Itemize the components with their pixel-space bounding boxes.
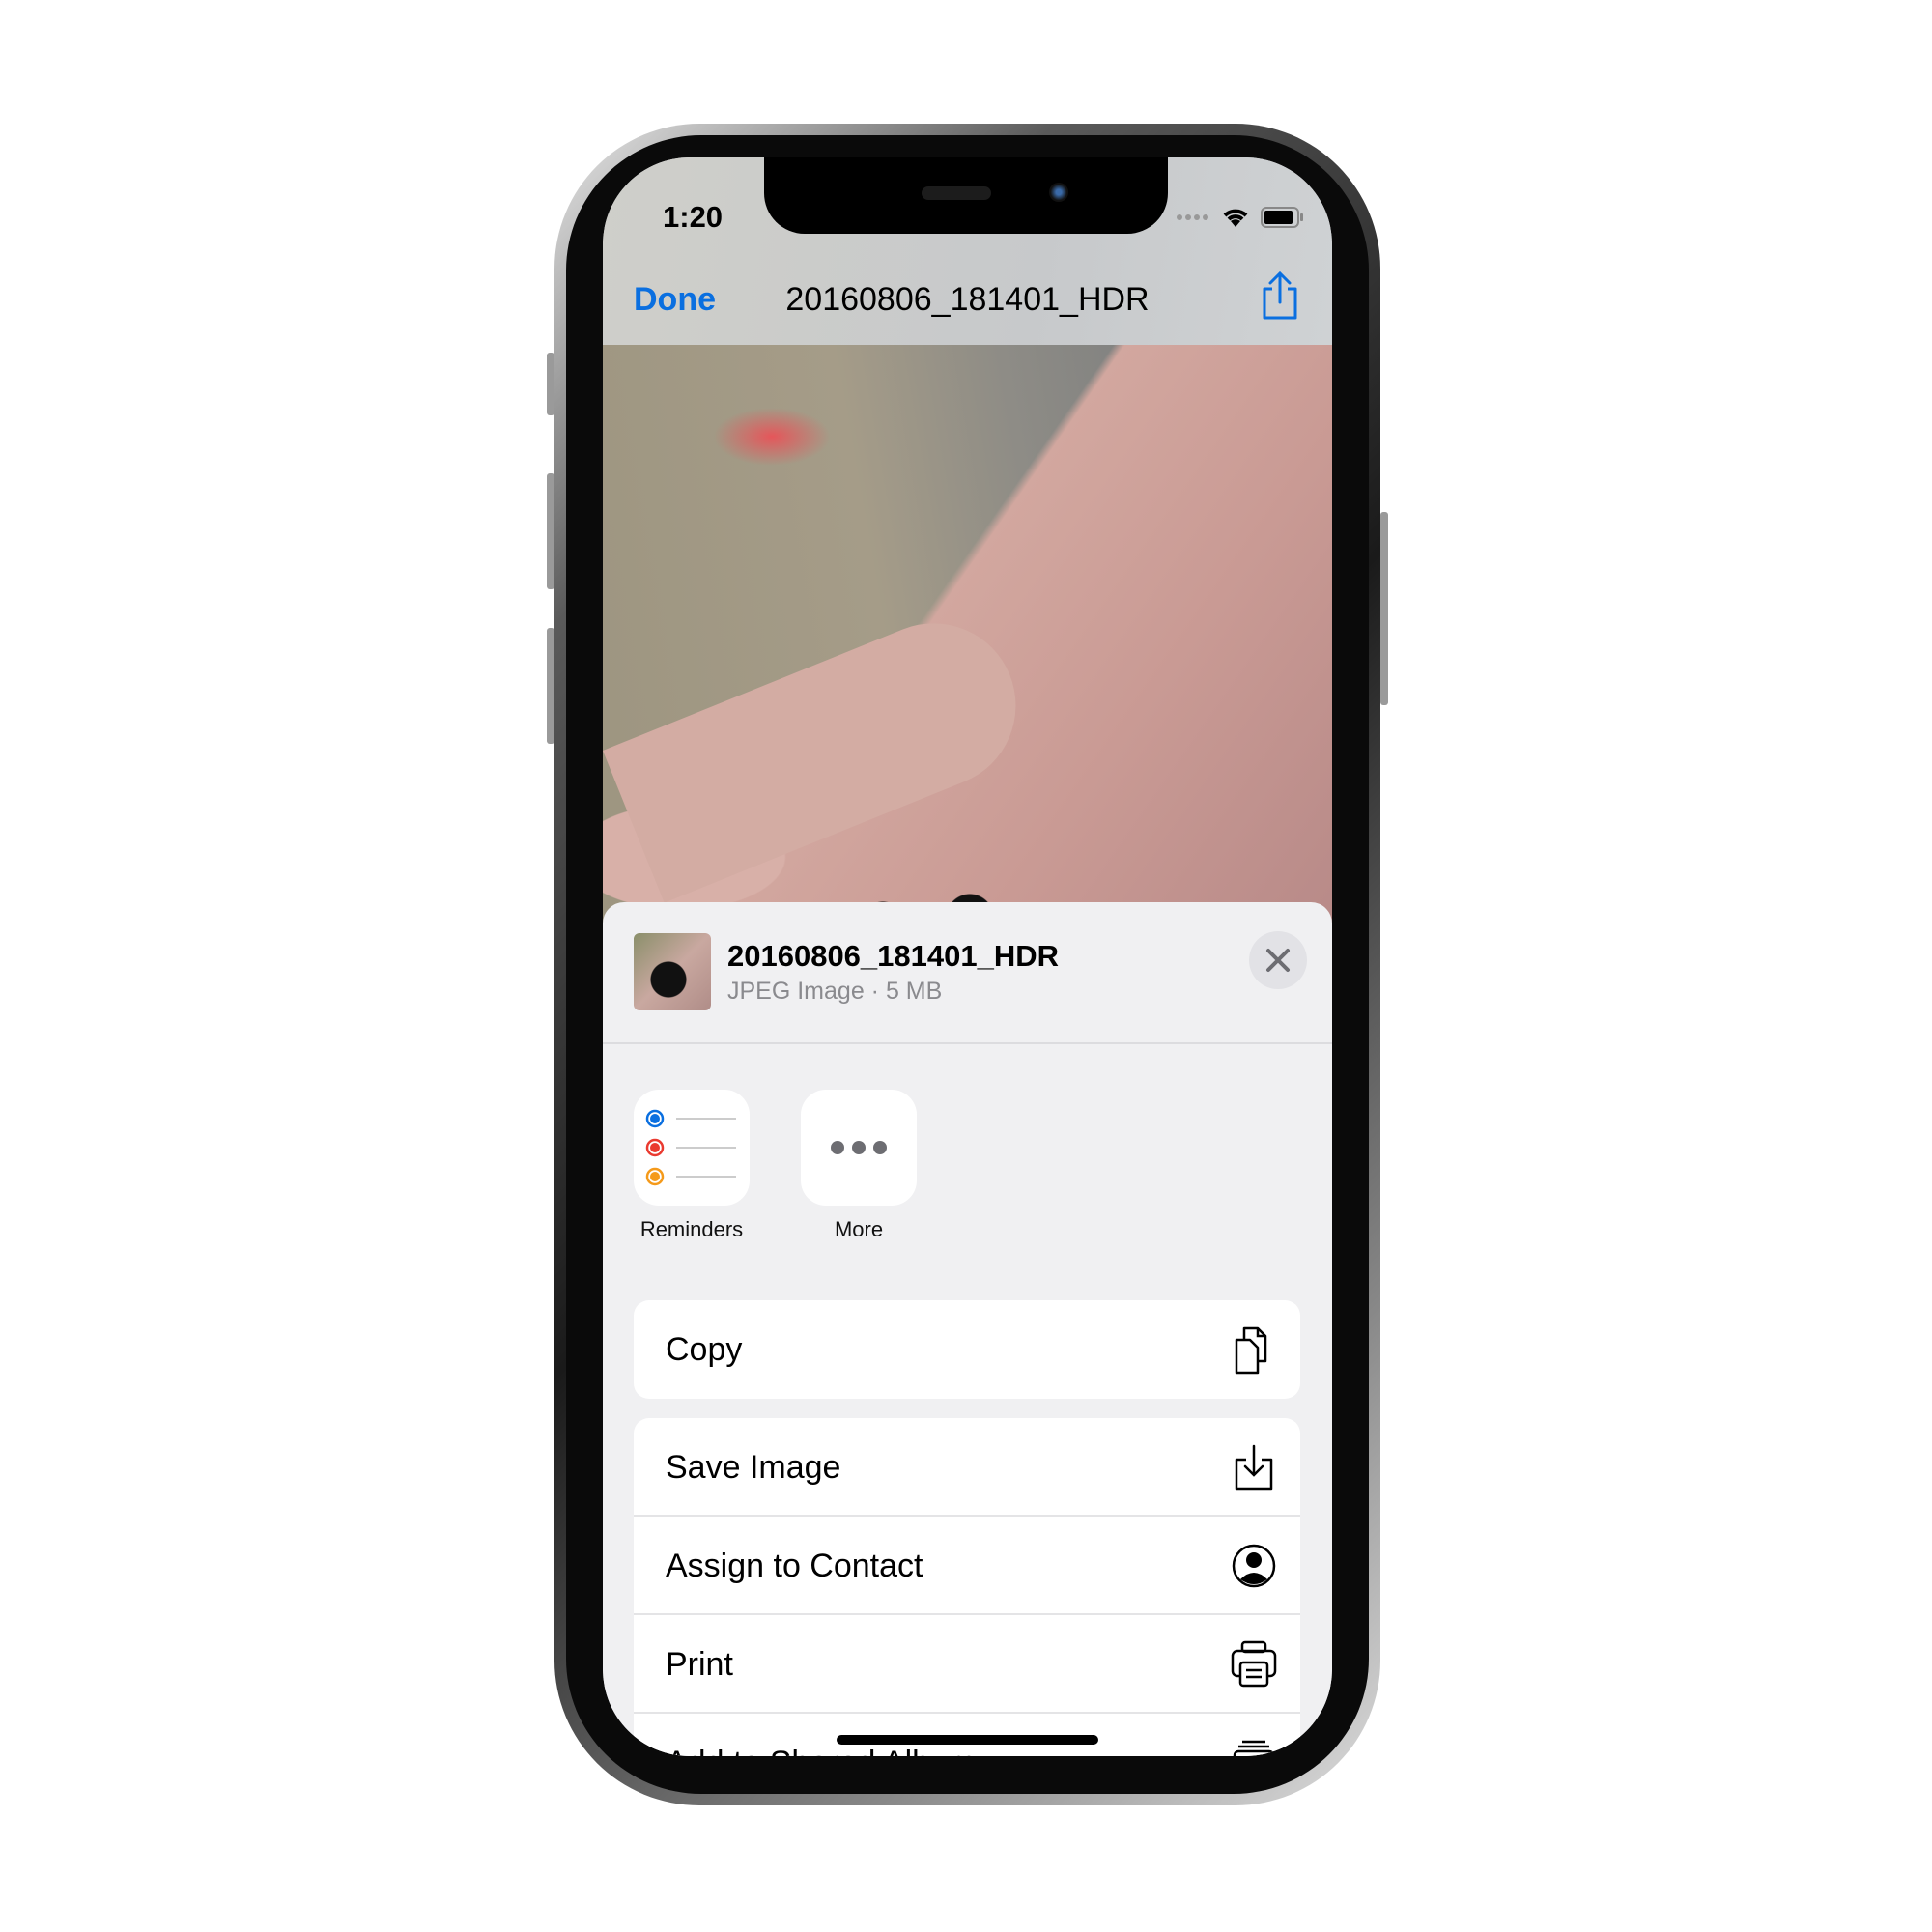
action-label: Add to Shared Album [666, 1745, 976, 1756]
action-label: Assign to Contact [666, 1548, 923, 1584]
volume-down-button [547, 628, 554, 744]
divider [603, 1042, 1332, 1044]
signal-dots-icon [1177, 214, 1208, 220]
close-button[interactable] [1249, 931, 1307, 989]
status-time: 1:20 [663, 200, 724, 234]
copy-icon [1235, 1326, 1267, 1375]
battery-icon [1261, 207, 1303, 228]
app-label: More [834, 1217, 884, 1241]
app-reminders[interactable]: Reminders [634, 1090, 750, 1242]
action-group-1: Copy [634, 1300, 1300, 1399]
close-icon [1266, 949, 1290, 972]
shared-album-icon [1233, 1740, 1275, 1756]
more-icon [831, 1141, 887, 1154]
volume-up-button [547, 473, 554, 589]
done-button[interactable]: Done [634, 281, 716, 319]
reminders-icon [645, 1109, 736, 1186]
contact-icon [1232, 1544, 1276, 1588]
action-copy[interactable]: Copy [634, 1300, 1300, 1399]
share-sheet: 20160806_181401_HDR JPEG Image · 5 MB Re… [603, 902, 1332, 1756]
photo-preview [603, 345, 1332, 929]
side-button [1380, 512, 1388, 705]
wifi-icon [1223, 209, 1248, 227]
print-icon [1231, 1640, 1277, 1688]
app-label: Reminders [639, 1217, 744, 1241]
action-save-image[interactable]: Save Image [634, 1418, 1300, 1517]
action-assign-contact[interactable]: Assign to Contact [634, 1517, 1300, 1615]
action-group-2: Save Image Assign to Contact Print Add t… [634, 1418, 1300, 1756]
save-icon [1235, 1444, 1273, 1491]
action-label: Print [666, 1646, 733, 1683]
action-label: Copy [666, 1331, 743, 1368]
action-label: Save Image [666, 1449, 841, 1486]
app-more[interactable]: More [801, 1090, 917, 1242]
file-title: 20160806_181401_HDR [727, 939, 1060, 973]
screen: 1:20 20160806_181401_HDR Done 20160806_1… [603, 157, 1332, 1756]
notch [764, 157, 1168, 234]
home-indicator[interactable] [837, 1735, 1098, 1745]
silent-switch [547, 353, 554, 415]
share-icon[interactable] [1259, 271, 1301, 322]
action-print[interactable]: Print [634, 1615, 1300, 1714]
file-subtitle: JPEG Image · 5 MB [727, 978, 943, 1005]
file-thumbnail [634, 933, 711, 1010]
